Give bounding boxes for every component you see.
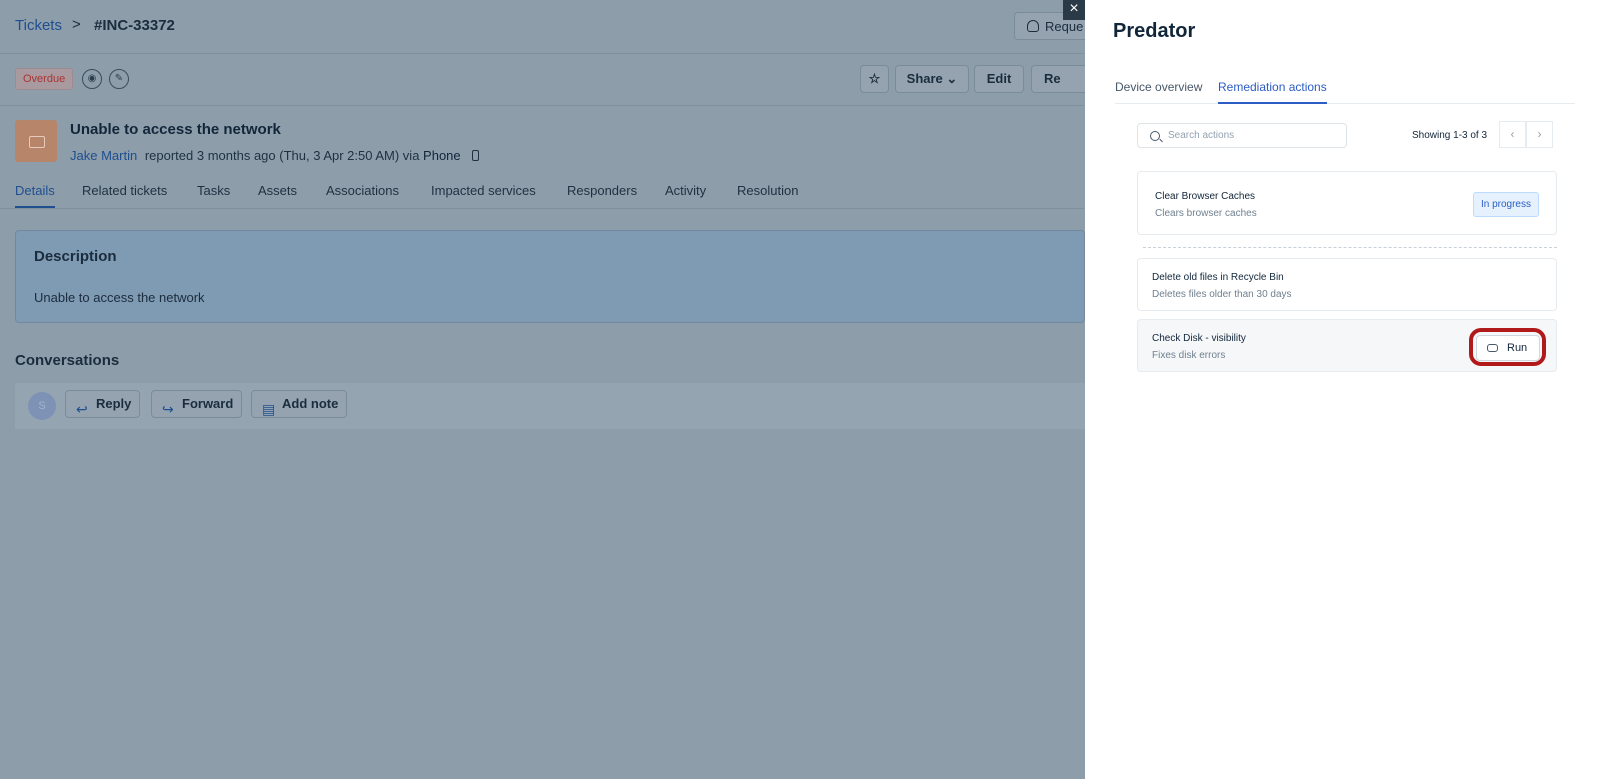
tab-resolution[interactable]: Resolution bbox=[737, 183, 798, 198]
reported-text: reported 3 months ago (Thu, 3 Apr 2:50 A… bbox=[144, 148, 420, 163]
search-actions-input[interactable]: Search actions bbox=[1137, 123, 1347, 148]
share-button[interactable]: Share ⌄ bbox=[895, 65, 969, 93]
action-subtitle: Fixes disk errors bbox=[1152, 350, 1226, 361]
highlight-ring bbox=[1469, 328, 1546, 366]
reply-icon: ↩ bbox=[76, 401, 88, 417]
tab-responders[interactable]: Responders bbox=[567, 183, 637, 198]
reply-button-label: Reply bbox=[96, 396, 132, 411]
requester-button-label: Reque bbox=[1045, 19, 1084, 34]
headset-icon bbox=[1027, 20, 1039, 32]
search-icon bbox=[1150, 131, 1160, 141]
conversation-toolbar: S ↩ Reply ↪ Forward ▤ Add note bbox=[15, 383, 1085, 429]
share-button-label: Share bbox=[906, 71, 943, 86]
search-placeholder: Search actions bbox=[1168, 130, 1235, 141]
add-note-button-label: Add note bbox=[282, 396, 339, 411]
forward-icon: ↪ bbox=[162, 401, 174, 417]
truncated-action-label: Re bbox=[1044, 71, 1061, 86]
panel-title: Predator bbox=[1113, 20, 1196, 42]
tab-details[interactable]: Details bbox=[15, 183, 55, 208]
status-badge: In progress bbox=[1472, 192, 1539, 217]
edit-pencil-icon[interactable]: ✎ bbox=[109, 69, 129, 89]
forward-button-label: Forward bbox=[182, 396, 234, 411]
note-icon: ▤ bbox=[262, 401, 276, 417]
forward-button[interactable]: ↪ Forward bbox=[151, 390, 242, 418]
action-title: Clear Browser Caches bbox=[1155, 191, 1256, 202]
tab-impacted-services[interactable]: Impacted services bbox=[431, 183, 536, 198]
device-side-panel: Predator Device overview Remediation act… bbox=[1085, 0, 1600, 779]
phone-icon bbox=[472, 150, 480, 161]
reply-button[interactable]: ↩ Reply bbox=[65, 390, 140, 418]
action-title: Check Disk - visibility bbox=[1152, 333, 1246, 344]
action-card: Check Disk - visibility Fixes disk error… bbox=[1137, 319, 1557, 372]
breadcrumb-ticket-id: #INC-33372 bbox=[94, 17, 175, 34]
action-divider bbox=[1143, 247, 1557, 248]
ticket-subject: Unable to access the network bbox=[70, 121, 281, 138]
ticket-email-icon bbox=[15, 120, 57, 162]
edit-button[interactable]: Edit bbox=[974, 65, 1024, 93]
chevron-down-icon: ⌄ bbox=[946, 71, 958, 86]
truncated-action-button[interactable]: Re bbox=[1031, 65, 1091, 93]
tab-associations[interactable]: Associations bbox=[326, 183, 399, 198]
requester-name-link[interactable]: Jake Martin bbox=[70, 148, 137, 163]
tab-device-overview[interactable]: Device overview bbox=[1115, 80, 1202, 94]
description-text: Unable to access the network bbox=[34, 290, 205, 305]
previous-page-chevron-icon[interactable]: ‹ bbox=[1499, 121, 1526, 148]
overdue-badge: Overdue bbox=[15, 68, 74, 90]
action-subtitle: Deletes files older than 30 days bbox=[1152, 289, 1292, 300]
action-subtitle: Clears browser caches bbox=[1155, 208, 1257, 219]
breadcrumb-separator-icon: > bbox=[72, 16, 81, 33]
tab-related-tickets[interactable]: Related tickets bbox=[82, 183, 167, 198]
action-title: Delete old files in Recycle Bin bbox=[1152, 272, 1284, 283]
tab-tasks[interactable]: Tasks bbox=[197, 183, 230, 198]
ticket-tabs: Details Related tickets Tasks Assets Ass… bbox=[0, 178, 1084, 209]
panel-tabs: Device overview Remediation actions bbox=[1115, 72, 1575, 104]
tab-assets[interactable]: Assets bbox=[258, 183, 297, 198]
description-title: Description bbox=[34, 248, 117, 265]
action-card: Clear Browser Caches Clears browser cach… bbox=[1137, 171, 1557, 235]
avatar: S bbox=[28, 392, 56, 420]
tab-remediation-actions[interactable]: Remediation actions bbox=[1218, 80, 1327, 104]
star-icon[interactable]: ☆ bbox=[860, 65, 889, 93]
next-page-chevron-icon[interactable]: › bbox=[1526, 121, 1553, 148]
description-box: Description Unable to access the network bbox=[15, 230, 1085, 323]
watch-eye-icon[interactable]: ◉ bbox=[82, 69, 102, 89]
ticket-header: Tickets > #INC-33372 Reque bbox=[0, 0, 1094, 54]
add-note-button[interactable]: ▤ Add note bbox=[251, 390, 347, 418]
ticket-action-bar: Overdue ◉ ✎ ☆ Share ⌄ Edit Re bbox=[0, 55, 1091, 106]
edit-button-label: Edit bbox=[986, 71, 1012, 86]
tab-activity[interactable]: Activity bbox=[665, 183, 706, 198]
pagination-info: Showing 1-3 of 3 bbox=[1412, 130, 1488, 141]
close-panel-icon[interactable]: × bbox=[1063, 0, 1085, 20]
channel-text: Phone bbox=[423, 148, 461, 163]
action-card: Delete old files in Recycle Bin Deletes … bbox=[1137, 258, 1557, 311]
conversations-title: Conversations bbox=[15, 352, 120, 369]
ticket-reporter-line: Jake Martin reported 3 months ago (Thu, … bbox=[70, 148, 480, 163]
breadcrumb-tickets-link[interactable]: Tickets bbox=[15, 17, 62, 34]
